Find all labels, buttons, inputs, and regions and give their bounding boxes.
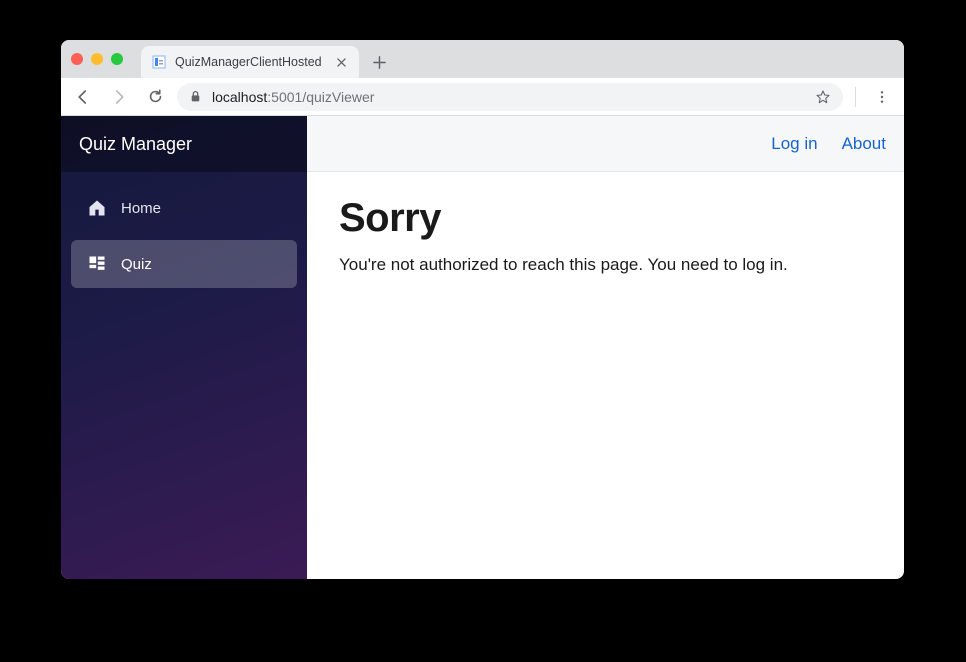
sidebar: Quiz Manager Home Quiz [61, 116, 307, 579]
sidebar-item-label: Quiz [121, 256, 152, 273]
url-text: localhost:5001/quizViewer [212, 89, 805, 105]
window-close-button[interactable] [71, 53, 83, 65]
sidebar-item-quiz[interactable]: Quiz [71, 240, 297, 288]
lock-icon [189, 90, 202, 103]
page-heading: Sorry [339, 196, 872, 241]
window-controls [71, 53, 123, 65]
browser-tab-title: QuizManagerClientHosted [175, 55, 333, 69]
address-bar[interactable]: localhost:5001/quizViewer [177, 83, 843, 111]
sidebar-item-label: Home [121, 200, 161, 217]
topbar: Log in About [307, 116, 904, 172]
new-tab-button[interactable] [365, 48, 393, 76]
dashboard-icon [87, 254, 107, 274]
window-minimize-button[interactable] [91, 53, 103, 65]
back-button[interactable] [69, 83, 97, 111]
sidebar-nav: Home Quiz [61, 172, 307, 300]
url-port: :5001 [267, 89, 302, 105]
page-favicon-icon [151, 54, 167, 70]
login-link[interactable]: Log in [771, 134, 817, 154]
page-message: You're not authorized to reach this page… [339, 255, 872, 275]
url-host: localhost [212, 89, 267, 105]
reload-button[interactable] [141, 83, 169, 111]
browser-menu-button[interactable] [868, 83, 896, 111]
app-brand: Quiz Manager [61, 116, 307, 172]
home-icon [87, 198, 107, 218]
content-area: Log in About Sorry You're not authorized… [307, 116, 904, 579]
browser-window: QuizManagerClientHosted localhost:5001/q… [61, 40, 904, 579]
browser-toolbar: localhost:5001/quizViewer [61, 78, 904, 116]
url-path: /quizViewer [302, 89, 374, 105]
sidebar-item-home[interactable]: Home [71, 184, 297, 232]
bookmark-star-icon[interactable] [815, 89, 831, 105]
app-root: Quiz Manager Home Quiz Log in [61, 116, 904, 579]
toolbar-separator [855, 87, 856, 107]
window-maximize-button[interactable] [111, 53, 123, 65]
browser-tab[interactable]: QuizManagerClientHosted [141, 46, 359, 78]
forward-button[interactable] [105, 83, 133, 111]
about-link[interactable]: About [842, 134, 886, 154]
browser-tabstrip: QuizManagerClientHosted [61, 40, 904, 78]
main-content: Sorry You're not authorized to reach thi… [307, 172, 904, 579]
close-tab-button[interactable] [333, 54, 349, 70]
